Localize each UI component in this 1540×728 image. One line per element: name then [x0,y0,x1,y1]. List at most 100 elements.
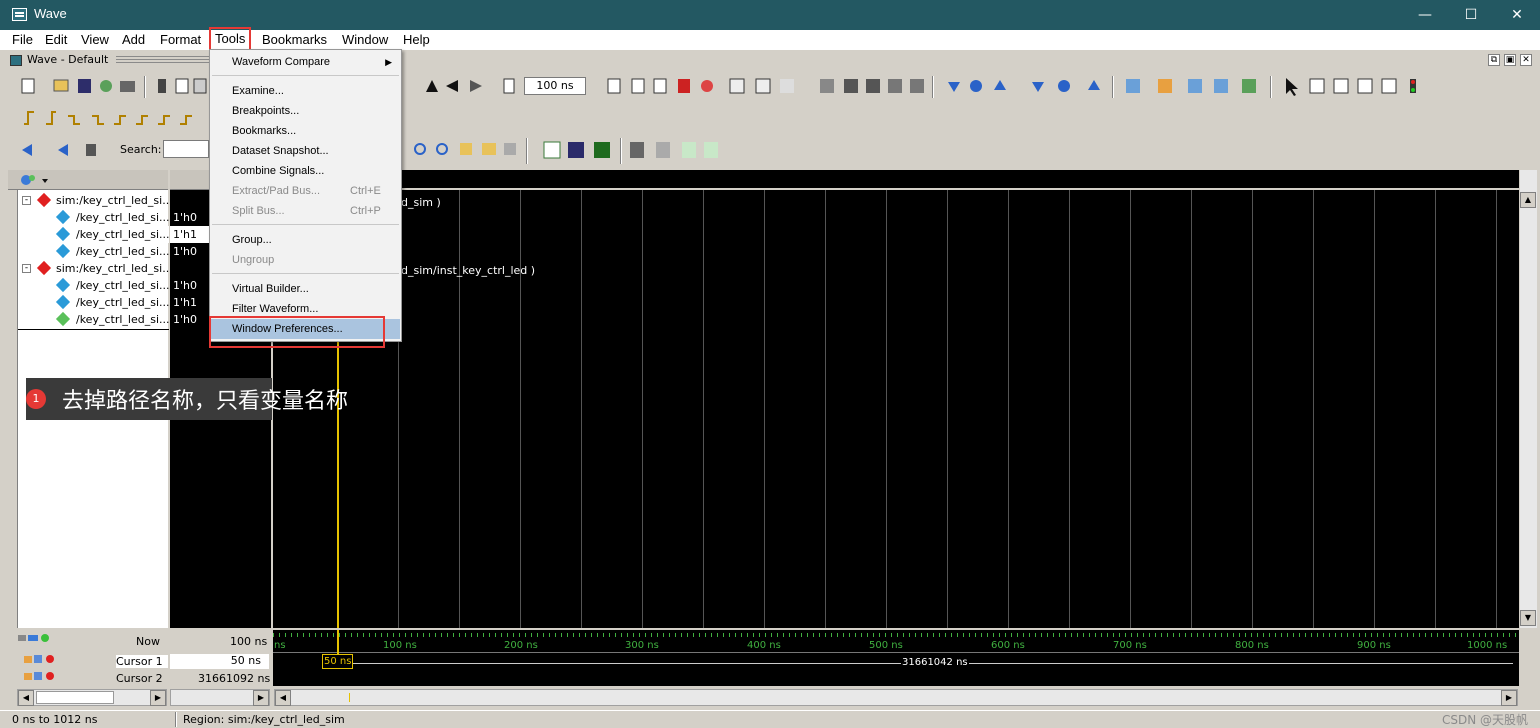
vertical-scrollbar[interactable]: ▲ ▼ [1520,170,1537,628]
scroll-down-icon[interactable]: ▼ [1520,610,1536,626]
signal-hscrollbar[interactable]: ◀ ▶ [17,689,167,706]
scroll-right-icon[interactable]: ▶ [150,690,166,706]
menu-edit[interactable]: Edit [45,32,67,47]
menu-item-dataset-snapshot[interactable]: Dataset Snapshot... [211,141,400,161]
collapse-icon[interactable]: - [22,264,31,273]
ruler-label: ns [274,640,286,651]
scroll-right-icon[interactable]: ▶ [1501,690,1517,706]
minimize-button[interactable]: — [1402,0,1448,30]
menu-item-extract-pad-bus[interactable]: Extract/Pad Bus... Ctrl+E [211,181,400,201]
menu-item-bookmarks[interactable]: Bookmarks... [211,121,400,141]
ruler-label: 400 ns [747,640,781,651]
menu-separator [212,273,399,274]
separator [932,76,934,98]
menu-view[interactable]: View [81,32,109,47]
gridline [1191,190,1192,628]
menu-item-split-bus[interactable]: Split Bus... Ctrl+P [211,201,400,221]
signal-row[interactable]: - sim:/key_ctrl_led_si... [18,260,173,277]
menu-item-virtual-builder[interactable]: Virtual Builder... [211,279,400,299]
undock-icon[interactable]: ⧉ [1488,54,1500,66]
signal-icon [55,209,71,225]
menu-item-ungroup[interactable]: Ungroup [211,250,400,270]
gridline [703,190,704,628]
menu-item-label: Extract/Pad Bus... [232,185,321,197]
value-hscrollbar[interactable]: ▶ [170,689,270,706]
status-separator [175,712,177,727]
subwindow-title-text: Wave - Default [27,53,109,66]
maximize-button[interactable]: ☐ [1448,0,1494,30]
restore-icon[interactable]: ▣ [1504,54,1516,66]
ruler-ticks [273,633,1519,637]
signal-row[interactable]: /key_ctrl_led_si... [18,226,169,243]
app-icon [12,8,27,21]
time-range: 0 ns to 1012 ns [12,713,98,726]
menu-separator [212,75,399,76]
signal-name: /key_ctrl_led_si... [76,313,170,326]
menu-help[interactable]: Help [403,32,430,47]
signal-name: /key_ctrl_led_si... [76,245,170,258]
signal-row[interactable]: /key_ctrl_led_si... [18,294,169,311]
gridline [1435,190,1436,628]
gridline [459,190,460,628]
menu-item-waveform-compare[interactable]: Waveform Compare ▶ [211,52,400,72]
signal-name: /key_ctrl_led_si... [76,228,170,241]
menu-item-label: Split Bus... [232,205,285,217]
run-length-input[interactable]: 100 ns [524,77,586,95]
gridline [520,190,521,628]
menu-item-examine[interactable]: Examine... [211,81,400,101]
scroll-left-icon[interactable]: ◀ [275,690,291,706]
signal-row[interactable]: /key_ctrl_led_si... [18,209,169,226]
scroll-left-icon[interactable]: ◀ [18,690,34,706]
cursor2-label[interactable]: Cursor 2 [116,672,163,685]
menu-item-group[interactable]: Group... [211,230,400,250]
region-label: Region: sim:/key_ctrl_led_sim [183,713,345,726]
menu-format[interactable]: Format [160,32,201,47]
group-wave-label: d_sim ) [401,196,441,209]
cursor-tool-icons [18,634,54,680]
close-button[interactable]: ✕ [1494,0,1540,30]
now-label: Now [136,635,160,648]
signal-icon [55,226,71,242]
cursor1-label[interactable]: Cursor 1 [116,655,168,668]
scroll-right-icon[interactable]: ▶ [253,690,269,706]
gridline [1069,190,1070,628]
signal-row[interactable]: /key_ctrl_led_si... [18,243,169,260]
gridline [1374,190,1375,628]
collapse-icon[interactable]: - [22,196,31,205]
scroll-thumb[interactable] [36,691,114,704]
menu-tools[interactable]: Tools [209,27,252,51]
signal-row[interactable]: /key_ctrl_led_si... [18,311,169,328]
group-icon [36,192,52,208]
cursor-position-marker [349,693,350,702]
ruler-label: 900 ns [1357,640,1391,651]
gridline [1496,190,1497,628]
annotation-text: 去掉路径名称，只看变量名称 [62,389,349,414]
menu-item-breakpoints[interactable]: Breakpoints... [211,101,400,121]
layout-icon[interactable] [18,170,58,190]
wave-pane[interactable]: d_sim ) d_sim/inst_key_ctrl_led ) [273,190,1519,628]
cursor2-value: 31661092 ns [198,672,271,685]
cursor1-marker[interactable]: 50 ns [322,654,354,669]
title-bar: Wave — ☐ ✕ [0,0,1540,30]
menu-add[interactable]: Add [122,32,145,47]
cursor-timeline[interactable]: ns 100 ns 200 ns 300 ns 400 ns 500 ns 60… [273,630,1519,686]
wave-hscrollbar[interactable]: ◀ ▶ [274,689,1518,706]
cursor-value-pane: 100 ns 50 ns 31661092 ns [170,630,271,686]
signal-row[interactable]: /key_ctrl_led_si... [18,277,169,294]
signal-name: /key_ctrl_led_si... [76,296,170,309]
close-sub-icon[interactable]: ✕ [1520,54,1532,66]
menu-bookmarks[interactable]: Bookmarks [262,32,327,47]
menu-window[interactable]: Window [342,32,388,47]
search-label: Search: [120,143,162,156]
menu-file[interactable]: File [12,32,33,47]
scroll-up-icon[interactable]: ▲ [1520,192,1536,208]
separator [1270,76,1272,98]
menu-item-combine-signals[interactable]: Combine Signals... [211,161,400,181]
menu-shortcut: Ctrl+E [350,185,381,197]
gridline [825,190,826,628]
signal-icon [55,243,71,259]
signal-icon [55,277,71,293]
search-input[interactable] [163,140,209,158]
gridline [764,190,765,628]
signal-row[interactable]: - sim:/key_ctrl_led_si... [18,192,173,209]
